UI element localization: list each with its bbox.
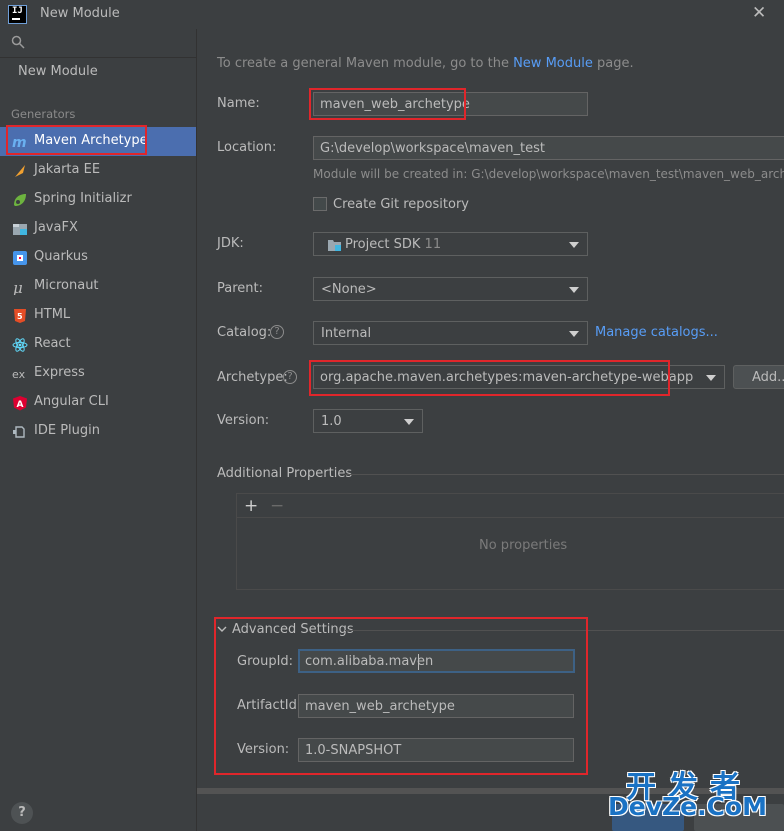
chevron-down-icon bbox=[569, 287, 579, 293]
sidebar-item-label: Express bbox=[34, 365, 85, 380]
parent-label: Parent: bbox=[217, 281, 263, 296]
jdk-version: 11 bbox=[424, 237, 442, 252]
version-label: Version: bbox=[217, 413, 270, 428]
location-field[interactable]: G:\develop\workspace\maven_test bbox=[313, 136, 784, 160]
sidebar-item-label: Angular CLI bbox=[34, 394, 109, 409]
jdk-select[interactable]: Project SDK 11 bbox=[313, 232, 588, 256]
sidebar-item-label: HTML bbox=[34, 307, 71, 322]
chevron-down-icon bbox=[706, 375, 716, 381]
quarkus-icon bbox=[13, 251, 27, 265]
sidebar-item-spring-initializr[interactable]: Spring Initializr bbox=[0, 185, 196, 214]
intro-suffix: page. bbox=[592, 56, 634, 71]
sidebar-item-label: React bbox=[34, 336, 71, 351]
window-title: New Module bbox=[40, 6, 120, 21]
add-property-icon[interactable]: + bbox=[244, 496, 258, 516]
sidebar-item-label: Micronaut bbox=[34, 278, 99, 293]
create-git-checkbox[interactable] bbox=[313, 197, 327, 211]
remove-property-icon[interactable]: − bbox=[270, 496, 284, 516]
manage-catalogs-link[interactable]: Manage catalogs... bbox=[595, 325, 718, 340]
search-icon[interactable] bbox=[11, 35, 25, 49]
version-select[interactable]: 1.0 bbox=[313, 409, 423, 433]
version-value: 1.0 bbox=[321, 414, 342, 429]
create-git-label: Create Git repository bbox=[333, 197, 469, 212]
intro-prefix: To create a general Maven module, go to … bbox=[217, 56, 514, 71]
html5-icon: 5 bbox=[14, 309, 26, 323]
sidebar-item-html[interactable]: 5 HTML bbox=[0, 301, 196, 330]
jdk-name: Project SDK bbox=[345, 237, 421, 252]
catalog-value: Internal bbox=[321, 326, 372, 341]
additional-properties-divider bbox=[345, 474, 784, 475]
parent-select[interactable]: <None> bbox=[313, 277, 588, 301]
catalog-select[interactable]: Internal bbox=[313, 321, 588, 345]
location-value: G:\develop\workspace\maven_test bbox=[320, 141, 545, 156]
archetype-label: Archetype: bbox=[217, 370, 288, 385]
chevron-down-icon bbox=[404, 419, 414, 425]
name-label: Name: bbox=[217, 96, 260, 111]
location-label: Location: bbox=[217, 140, 277, 155]
intro-text: To create a general Maven module, go to … bbox=[217, 56, 634, 71]
react-icon bbox=[12, 338, 28, 352]
sidebar-item-javafx[interactable]: JavaFX bbox=[0, 214, 196, 243]
new-module-link[interactable]: New Module bbox=[513, 56, 593, 71]
help-icon[interactable]: ? bbox=[283, 370, 297, 384]
micronaut-icon: μ bbox=[13, 279, 23, 295]
sidebar-item-label: Quarkus bbox=[34, 249, 88, 264]
archetype-add-label: Add... bbox=[752, 370, 784, 385]
intellij-app-icon: IJ bbox=[8, 5, 27, 24]
additional-properties-label: Additional Properties bbox=[217, 466, 353, 481]
spring-icon bbox=[14, 194, 26, 206]
angular-icon: A bbox=[13, 396, 27, 411]
search-divider bbox=[0, 57, 196, 58]
help-icon[interactable]: ? bbox=[270, 325, 284, 339]
highlight-box-name bbox=[309, 88, 466, 120]
catalog-label: Catalog: bbox=[217, 325, 272, 340]
svg-text:ex: ex bbox=[12, 368, 26, 381]
express-icon: ex bbox=[12, 368, 26, 381]
highlight-box-maven bbox=[6, 125, 147, 155]
no-properties-text: No properties bbox=[479, 538, 568, 553]
plugin-icon bbox=[13, 426, 25, 438]
sidebar-item-label: IDE Plugin bbox=[34, 423, 100, 438]
highlight-box-advanced bbox=[214, 617, 588, 775]
folder-icon bbox=[328, 240, 341, 251]
jdk-value: Project SDK 11 bbox=[345, 237, 441, 252]
sidebar-item-ide-plugin[interactable]: IDE Plugin bbox=[0, 417, 196, 446]
sidebar-divider bbox=[196, 29, 197, 831]
sidebar-item-express[interactable]: ex Express bbox=[0, 359, 196, 388]
sidebar-item-label: Jakarta EE bbox=[34, 162, 101, 177]
close-icon[interactable]: ✕ bbox=[752, 3, 766, 23]
sidebar-item-react[interactable]: React bbox=[0, 330, 196, 359]
sidebar-item-angular-cli[interactable]: A Angular CLI bbox=[0, 388, 196, 417]
sidebar-item-label: Spring Initializr bbox=[34, 191, 132, 206]
javafx-icon bbox=[13, 224, 27, 235]
archetype-add-button[interactable]: Add... bbox=[733, 365, 784, 389]
help-button[interactable]: ? bbox=[11, 802, 33, 824]
svg-text:A: A bbox=[17, 400, 24, 410]
location-hint: Module will be created in: G:\develop\wo… bbox=[313, 167, 784, 181]
sidebar-item-jakarta-ee[interactable]: Jakarta EE bbox=[0, 156, 196, 185]
sidebar-item-micronaut[interactable]: μ Micronaut bbox=[0, 272, 196, 301]
parent-value: <None> bbox=[321, 282, 377, 297]
chevron-down-icon bbox=[569, 331, 579, 337]
svg-text:μ: μ bbox=[13, 279, 23, 295]
sidebar-item-quarkus[interactable]: Quarkus bbox=[0, 243, 196, 272]
svg-text:5: 5 bbox=[17, 312, 23, 321]
chevron-down-icon bbox=[569, 242, 579, 248]
highlight-box-archetype bbox=[309, 360, 670, 396]
watermark-en: DevZe.CoM bbox=[608, 792, 767, 821]
sidebar-item-label: JavaFX bbox=[34, 220, 78, 235]
sidebar-item-new-module[interactable]: New Module bbox=[18, 64, 98, 79]
jakarta-icon bbox=[15, 165, 25, 177]
properties-toolbar bbox=[237, 494, 784, 518]
jdk-label: JDK: bbox=[217, 236, 244, 251]
generators-heading: Generators bbox=[11, 107, 76, 121]
